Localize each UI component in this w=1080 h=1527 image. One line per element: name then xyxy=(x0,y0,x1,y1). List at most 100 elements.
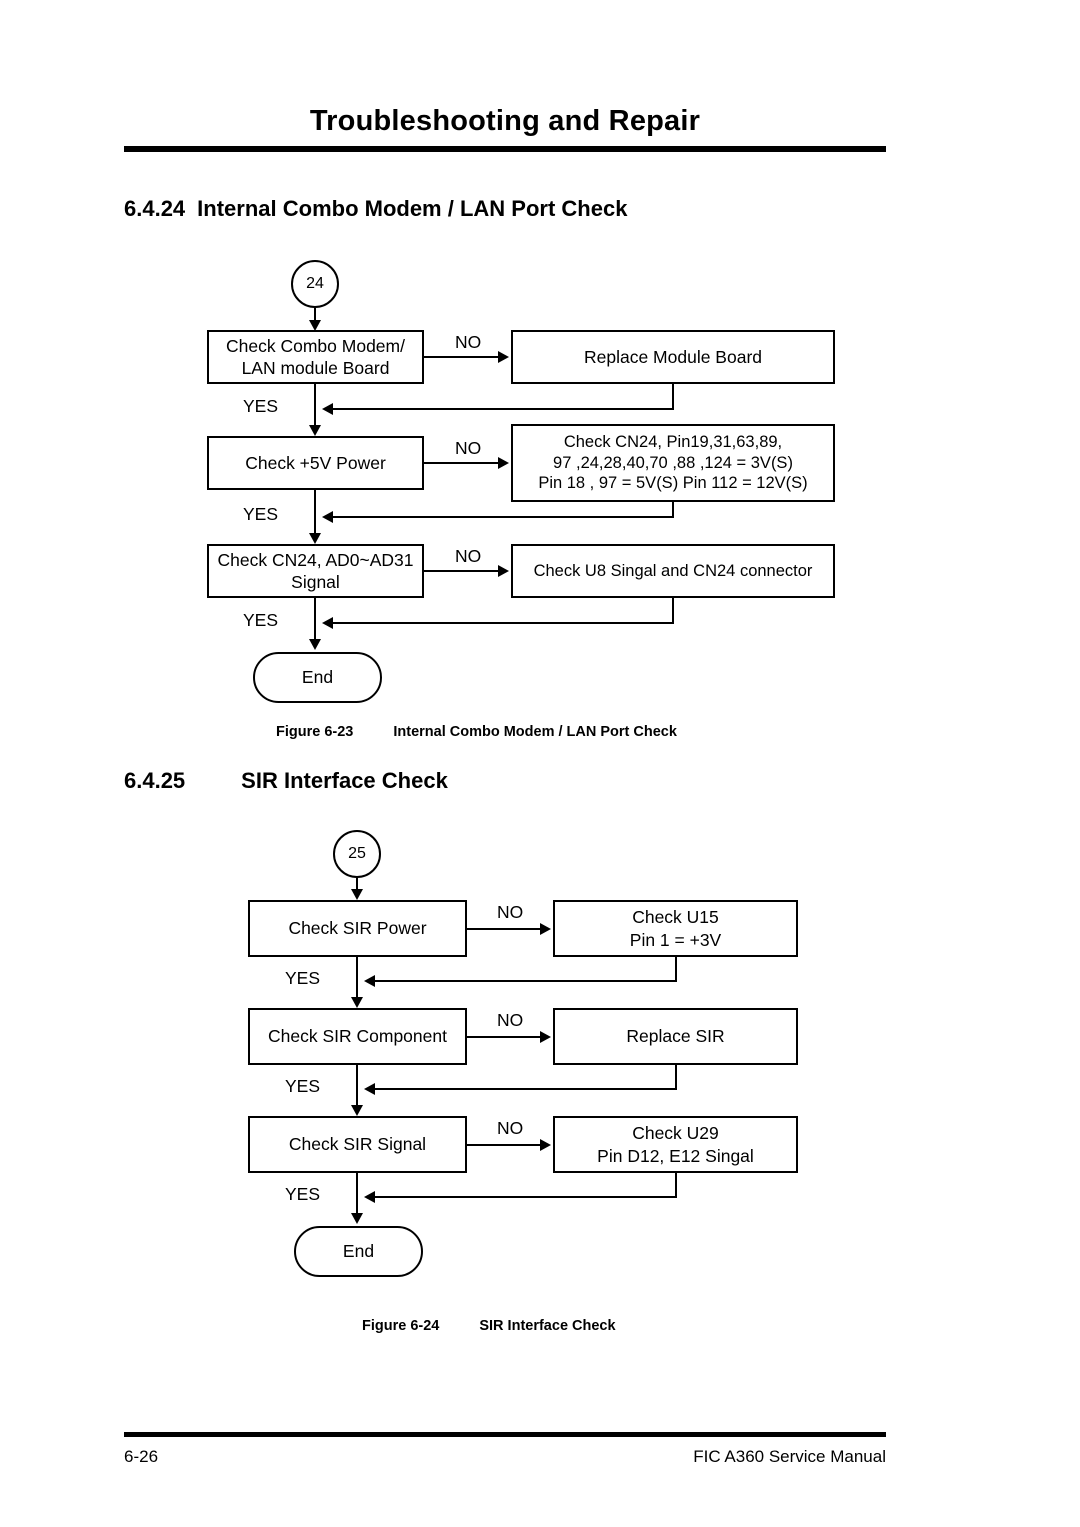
flow2-step1-action-line1: Check U15 xyxy=(632,907,719,928)
figure-label: Figure 6-24 xyxy=(362,1318,440,1334)
flow2-step2-return-vline xyxy=(675,1065,677,1090)
flow2-step3-yes-line xyxy=(356,1173,358,1218)
flow1-start-label: 24 xyxy=(306,275,324,292)
flow1-step2-action: Check CN24, Pin19,31,63,89, 97 ,24,28,40… xyxy=(511,424,835,502)
flow1-step3-return-vline xyxy=(672,598,674,624)
flow2-arrowhead-down-4 xyxy=(351,1213,363,1224)
flow1-step3-yes-label: YES xyxy=(243,610,279,630)
flow2-step2-decision: Check SIR Component xyxy=(248,1008,467,1065)
flow2-step3-action: Check U29 Pin D12, E12 Singal xyxy=(553,1116,798,1173)
flow2-step1-action-line2: Pin 1 = +3V xyxy=(629,929,722,950)
flow2-arrowhead-down-2 xyxy=(351,997,363,1008)
flow1-end-label: End xyxy=(301,667,334,687)
flow2-step3-decision: Check SIR Signal xyxy=(248,1116,467,1173)
flow1-step2-return-hline xyxy=(330,516,674,518)
flow1-step2-action-line1: Check CN24, Pin19,31,63,89, xyxy=(563,432,783,451)
flow2-step3-no-label: NO xyxy=(497,1118,524,1138)
flow2-step1-yes-label: YES xyxy=(285,968,321,988)
page-number: 6-26 xyxy=(124,1447,159,1466)
flow1-step1-action-label: Replace Module Board xyxy=(583,346,763,367)
figure-text: SIR Interface Check xyxy=(479,1318,616,1334)
flow2-arrowhead-right-3 xyxy=(540,1139,551,1151)
flow1-step2-no-label: NO xyxy=(455,438,482,458)
flow1-step3-action-label: Check U8 Singal and CN24 connector xyxy=(533,561,813,580)
flow2-arrowhead-down-3 xyxy=(351,1105,363,1116)
figure-caption-6-24: Figure 6-24 SIR Interface Check xyxy=(362,1318,616,1334)
flow1-arrowhead-left-2 xyxy=(322,511,333,523)
flow2-step2-yes-line xyxy=(356,1065,358,1110)
section-heading-6-4-25: 6.4.25 SIR Interface Check xyxy=(124,768,448,794)
flow2-arrowhead-left-1 xyxy=(364,975,375,987)
flow2-step2-no-label: NO xyxy=(497,1010,524,1030)
flow2-step2-action: Replace SIR xyxy=(553,1008,798,1065)
flow1-step1-no-line xyxy=(424,356,500,358)
flow1-step1-return-hline xyxy=(330,408,674,410)
flow1-arrowhead-down-2 xyxy=(309,425,321,436)
figure-text: Internal Combo Modem / LAN Port Check xyxy=(393,724,677,740)
flow1-arrowhead-down-4 xyxy=(309,639,321,650)
flow2-step2-decision-label: Check SIR Component xyxy=(268,1026,447,1047)
flow1-arrowhead-left-1 xyxy=(322,403,333,415)
flowchart-internal-combo-modem-lan-port-check: 24 Check Combo Modem/ LAN module Board N… xyxy=(0,0,1080,1527)
flow1-step1-decision: Check Combo Modem/ LAN module Board xyxy=(207,330,424,384)
flow1-arrowhead-right-1 xyxy=(498,351,509,363)
flow2-step3-decision-label: Check SIR Signal xyxy=(288,1134,427,1155)
section-title: SIR Interface Check xyxy=(241,768,448,793)
flow2-end-node: End xyxy=(294,1226,423,1277)
flow1-end-node: End xyxy=(253,652,382,703)
flow2-step1-decision: Check SIR Power xyxy=(248,900,467,957)
flow2-step1-yes-line xyxy=(356,957,358,1002)
flow2-step3-yes-label: YES xyxy=(285,1184,321,1204)
figure-label: Figure 6-23 xyxy=(276,724,354,740)
flow2-step3-return-hline xyxy=(372,1196,677,1198)
flow2-arrowhead-right-2 xyxy=(540,1031,551,1043)
flow2-step2-action-label: Replace SIR xyxy=(626,1026,725,1047)
flow1-step3-decision-line1: Check CN24, AD0~AD31 xyxy=(217,549,414,570)
flow1-step2-yes-label: YES xyxy=(243,504,279,524)
flow2-step2-return-hline xyxy=(372,1088,677,1090)
flow1-step1-return-vline xyxy=(672,384,674,410)
flow1-step2-no-line xyxy=(424,462,500,464)
flow1-step1-no-label: NO xyxy=(455,332,482,352)
flow2-start-label: 25 xyxy=(348,845,366,862)
flow1-start-node: 24 xyxy=(291,260,339,308)
flow1-step3-no-line xyxy=(424,570,500,572)
flow1-step2-decision-label: Check +5V Power xyxy=(245,452,386,473)
flow1-step1-decision-line2: LAN module Board xyxy=(241,358,390,378)
flow1-step1-yes-line xyxy=(314,384,316,430)
flow2-arrowhead-left-2 xyxy=(364,1083,375,1095)
flow2-step1-action: Check U15 Pin 1 = +3V xyxy=(553,900,798,957)
flow2-step3-action-line2: Pin D12, E12 Singal xyxy=(597,1145,754,1166)
flow2-step1-return-hline xyxy=(372,980,677,982)
flow1-step1-decision-line1: Check Combo Modem/ xyxy=(226,335,405,356)
figure-caption-6-23: Figure 6-23 Internal Combo Modem / LAN Po… xyxy=(276,724,677,740)
flow2-step2-yes-label: YES xyxy=(285,1076,321,1096)
page-footer: 6-26 FIC A360 Service Manual xyxy=(124,1432,886,1467)
flow1-step3-action: Check U8 Singal and CN24 connector xyxy=(511,544,835,598)
flow1-step3-decision: Check CN24, AD0~AD31 Signal xyxy=(207,544,424,598)
flow2-arrowhead-left-3 xyxy=(364,1191,375,1203)
flow1-step2-decision: Check +5V Power xyxy=(207,436,424,490)
flow2-step3-no-line xyxy=(467,1144,542,1146)
flow2-step1-no-line xyxy=(467,928,542,930)
flow2-step1-decision-label: Check SIR Power xyxy=(288,918,427,939)
flow2-arrowhead-down-1 xyxy=(351,889,363,900)
flow1-step1-action: Replace Module Board xyxy=(511,330,835,384)
footer-divider xyxy=(124,1432,886,1437)
flow1-step2-yes-line xyxy=(314,490,316,538)
flow1-step1-yes-label: YES xyxy=(243,396,279,416)
flow2-step1-no-label: NO xyxy=(497,902,524,922)
flow1-step2-action-line2: 97 ,24,28,40,70 ,88 ,124 = 3V(S) xyxy=(553,453,793,472)
flow2-step3-action-line1: Check U29 xyxy=(632,1123,719,1144)
flow2-start-node: 25 xyxy=(333,830,381,878)
section-number: 6.4.25 xyxy=(124,768,186,793)
flow2-step3-return-vline xyxy=(675,1173,677,1198)
flow2-end-label: End xyxy=(342,1241,375,1261)
flow2-step2-no-line xyxy=(467,1036,542,1038)
flow1-arrowhead-right-3 xyxy=(498,565,509,577)
flow1-step3-return-hline xyxy=(330,622,674,624)
flow1-arrowhead-down-3 xyxy=(309,533,321,544)
flow2-step1-return-vline xyxy=(675,957,677,982)
flow1-step2-action-line3: Pin 18 , 97 = 5V(S) Pin 112 = 12V(S) xyxy=(538,474,808,493)
flow1-arrowhead-right-2 xyxy=(498,457,509,469)
